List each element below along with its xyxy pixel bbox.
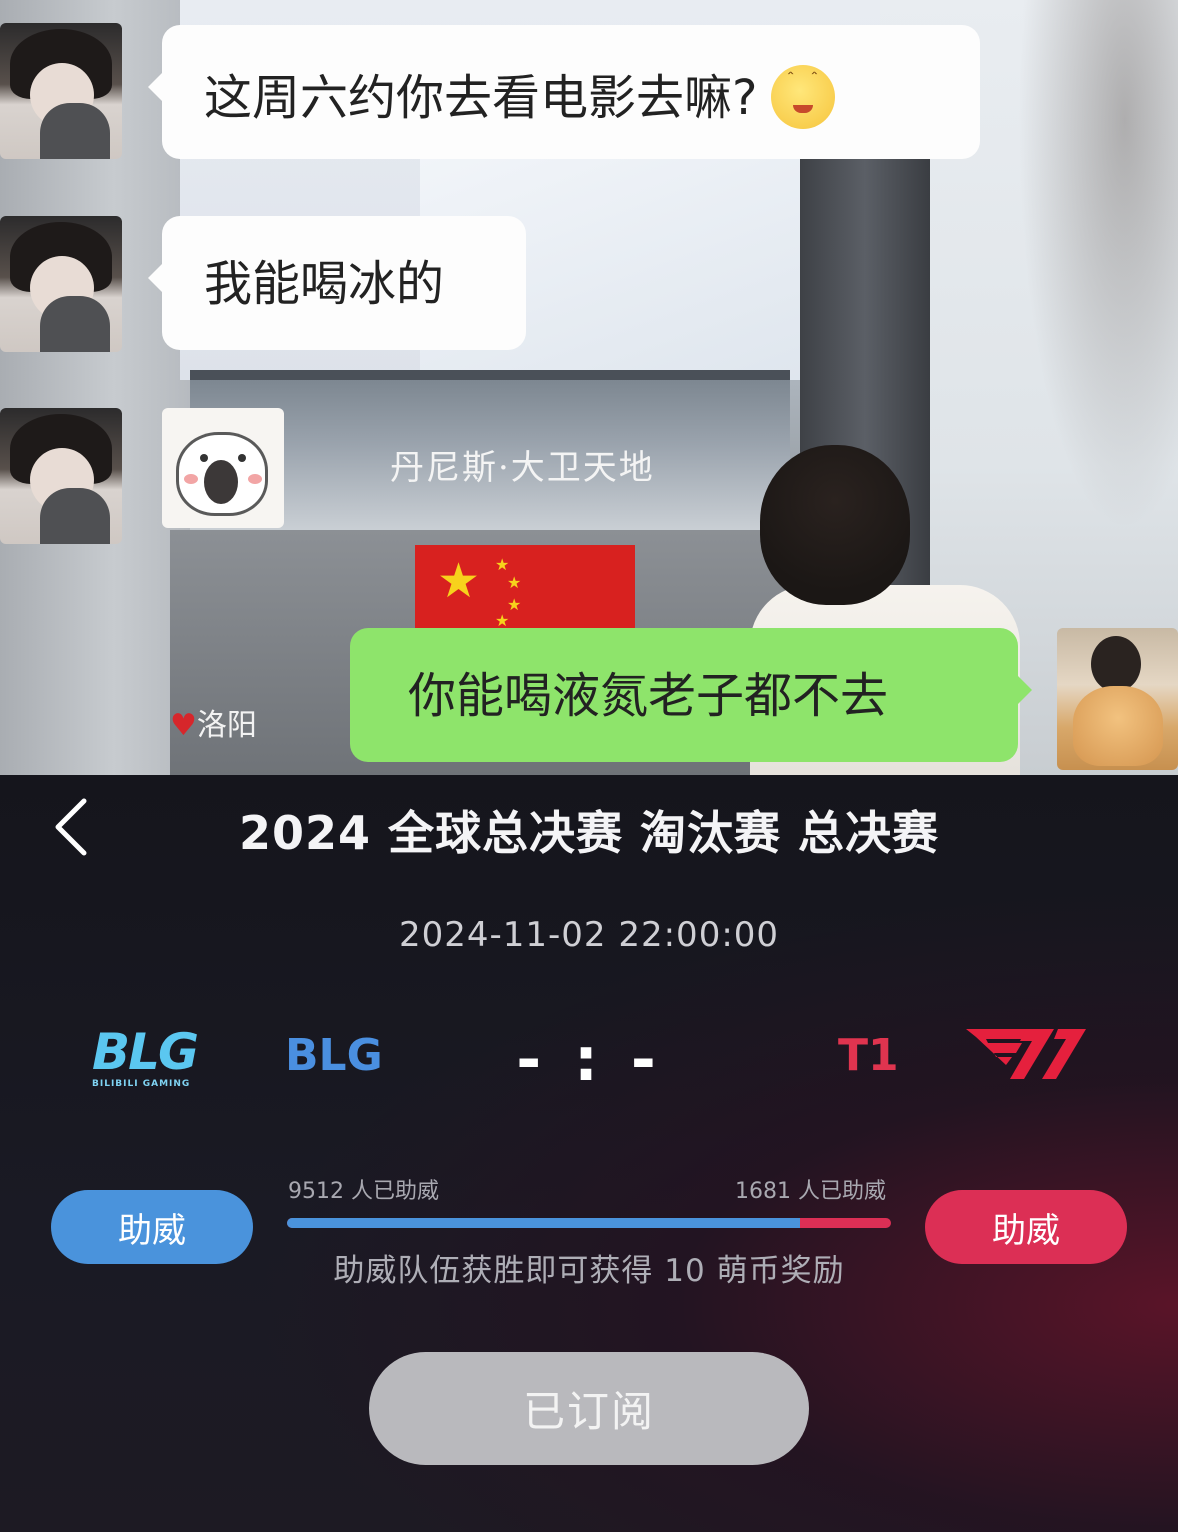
- message-text: 我能喝冰的: [204, 256, 445, 312]
- chat-bubble-received[interactable]: 我能喝冰的: [148, 216, 526, 350]
- flag-screen: ★ ★ ★ ★ ★: [415, 545, 635, 630]
- reward-text: 助威队伍获胜即可获得 10 萌币奖励: [333, 1253, 845, 1289]
- match-datetime: 2024-11-02 22:00:00: [398, 915, 780, 955]
- blg-cheer-count: 9512 人已助威: [288, 1179, 439, 1204]
- heart-icon: ♥: [170, 708, 197, 743]
- chat-bubble-received[interactable]: 这周六约你去看电影去嘛?: [148, 25, 980, 159]
- t1-logo: T1: [966, 1029, 1086, 1079]
- ad-sign: ♥洛阳: [170, 700, 257, 744]
- friend-avatar[interactable]: [0, 408, 122, 544]
- star-icon: ★: [437, 553, 481, 609]
- star-icon: ★: [507, 573, 522, 592]
- chat-screenshot: 丹尼斯·大卫天地 ★ ★ ★ ★ ★ ♥洛阳 这周六约你去看电影去嘛? 我能喝冰…: [0, 0, 1178, 775]
- star-icon: ★: [495, 555, 510, 574]
- chat-bubble-sent[interactable]: 你能喝液氮老子都不去: [350, 628, 1032, 762]
- shocked-bear-sticker-icon[interactable]: [162, 408, 284, 528]
- match-title: 2024 全球总决赛 淘汰赛 总决赛: [238, 806, 940, 860]
- friend-avatar[interactable]: [0, 216, 122, 352]
- tree-branches: [1000, 0, 1178, 600]
- friend-avatar[interactable]: [0, 23, 122, 159]
- t1-cheer-count: 1681 人已助威: [735, 1179, 886, 1204]
- ad-sign-text: 洛阳: [196, 708, 257, 743]
- match-panel: 2024 全球总决赛 淘汰赛 总决赛 2024-11-02 22:00:00 B…: [0, 775, 1178, 1532]
- my-avatar[interactable]: [1057, 628, 1178, 770]
- message-text: 你能喝液氮老子都不去: [408, 668, 889, 724]
- subscribed-button[interactable]: 已订阅: [369, 1352, 809, 1465]
- cheer-ratio-bar: [287, 1218, 891, 1228]
- smiling-face-emoji-icon: [771, 65, 836, 129]
- cheer-ratio-fill: [287, 1218, 801, 1228]
- building-sign: 丹尼斯·大卫天地: [390, 448, 655, 488]
- team-right-name: T1: [838, 1030, 899, 1081]
- message-text: 这周六约你去看电影去嘛?: [204, 70, 758, 126]
